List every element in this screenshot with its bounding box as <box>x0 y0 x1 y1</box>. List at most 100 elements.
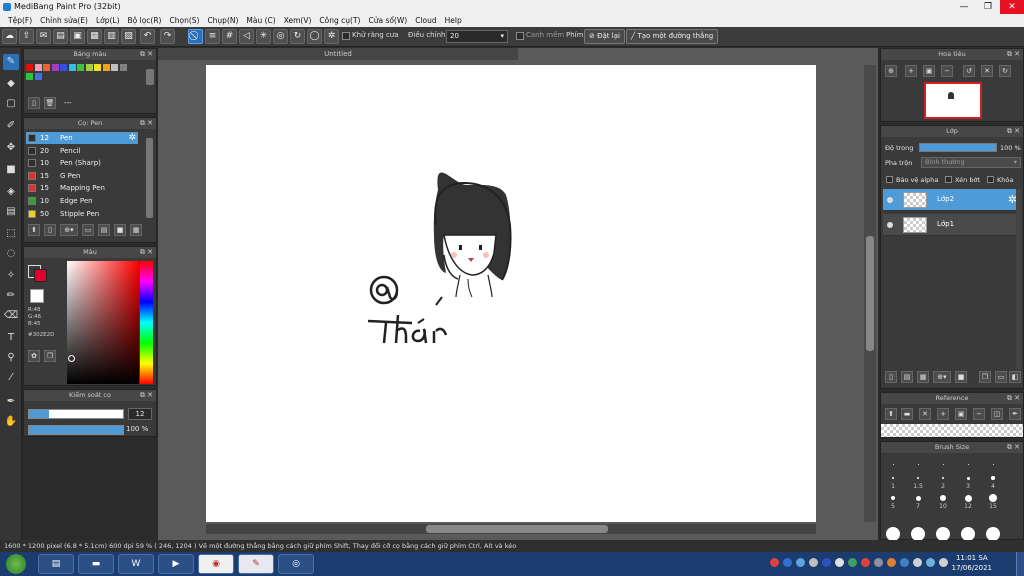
menu-layer[interactable]: Lớp(L) <box>92 14 124 27</box>
tray-icon[interactable] <box>835 558 844 567</box>
reference-cloud-icon[interactable]: ⬆ <box>885 408 897 420</box>
window-icon[interactable]: ▦ <box>87 29 102 44</box>
palette-swatch[interactable] <box>77 64 84 71</box>
reference-eyedropper-icon[interactable]: ✒ <box>1009 408 1021 420</box>
add-brush-icon[interactable]: ⬆ <box>28 224 40 236</box>
palette-scrollbar[interactable] <box>146 69 154 85</box>
panel-controls-icon[interactable]: ⧉ ✕ <box>1007 442 1020 453</box>
tray-icon[interactable] <box>848 558 857 567</box>
minimize-button[interactable]: — <box>952 0 976 14</box>
export-icon[interactable]: ▣ <box>70 29 85 44</box>
grid-snap-icon[interactable]: # <box>222 29 237 44</box>
brush-item[interactable]: 15 G Pen <box>26 170 138 182</box>
menu-view[interactable]: Xem(V) <box>280 14 316 27</box>
actual-size-icon[interactable]: ▣ <box>923 65 935 77</box>
duplicate-layer-icon[interactable]: ❐ <box>979 371 991 383</box>
rotate-left-icon[interactable]: ↺ <box>963 65 975 77</box>
brush-item[interactable]: 10 Edge Pen <box>26 195 138 207</box>
brush-size-slider[interactable] <box>28 409 124 419</box>
tray-icon[interactable] <box>770 558 779 567</box>
palette-swatch[interactable] <box>94 64 101 71</box>
delete-layer-icon[interactable]: ▭ <box>995 371 1007 383</box>
tray-icon[interactable] <box>900 558 909 567</box>
palette-swatch[interactable] <box>68 64 76 71</box>
operation-tool-icon[interactable]: ⚲ <box>3 350 19 366</box>
palette-swatch[interactable] <box>34 64 42 71</box>
snap-checkbox[interactable] <box>516 32 524 40</box>
brush-size-preset[interactable] <box>892 464 894 465</box>
new-halftone-layer-icon[interactable]: ▤ <box>901 371 913 383</box>
ellipse-snap-icon[interactable]: ◯ <box>307 29 322 44</box>
tray-icon[interactable] <box>809 558 818 567</box>
folder-icon[interactable]: ▤ <box>53 29 68 44</box>
comment-icon[interactable]: ✉ <box>36 29 51 44</box>
menu-help[interactable]: Help <box>441 14 466 27</box>
menu-edit[interactable]: Chỉnh sửa(E) <box>36 14 92 27</box>
perspective-snap-icon[interactable]: ◁ <box>239 29 254 44</box>
reference-preview[interactable] <box>881 424 1023 437</box>
fill-tool-icon[interactable]: ◈ <box>3 184 19 200</box>
save-icon[interactable]: ⇪ <box>19 29 34 44</box>
layout-icon[interactable]: ▧ <box>121 29 136 44</box>
dot-tool-icon[interactable]: ▢ <box>3 96 19 112</box>
text-tool-icon[interactable]: T <box>3 330 19 346</box>
brush-size-preset[interactable] <box>966 476 970 480</box>
palette-swatch[interactable] <box>34 73 42 80</box>
taskbar-app-word[interactable]: W <box>118 554 154 574</box>
rotate-right-icon[interactable]: ↻ <box>999 65 1011 77</box>
circle-snap-icon[interactable]: ◎ <box>273 29 288 44</box>
brush-size-preset[interactable] <box>942 464 944 465</box>
navigator-preview[interactable] <box>924 82 982 119</box>
brush-scrollbar[interactable] <box>146 138 153 218</box>
taskbar-app-chrome[interactable]: ◉ <box>198 554 234 574</box>
brush-settings-icon[interactable]: ▭ <box>82 224 94 236</box>
taskbar-app-other[interactable]: ◎ <box>278 554 314 574</box>
menu-window[interactable]: Cửa sổ(W) <box>364 14 411 27</box>
menu-snap[interactable]: Chụp(N) <box>203 14 242 27</box>
maximize-button[interactable]: ❐ <box>976 0 1000 14</box>
hue-slider[interactable] <box>140 261 153 384</box>
select-tool-icon[interactable]: ⬚ <box>3 226 19 242</box>
brush-size-preset[interactable] <box>911 527 925 541</box>
delete-brush-icon[interactable]: ▦ <box>130 224 142 236</box>
taskbar-app-explorer[interactable]: ▤ <box>38 554 74 574</box>
panel-controls-icon[interactable]: ⧉ ✕ <box>1007 126 1020 137</box>
panel-controls-icon[interactable]: ⧉ ✕ <box>1007 393 1020 404</box>
brush-size-preset[interactable] <box>915 495 921 501</box>
layer-scrollbar[interactable] <box>1016 189 1021 369</box>
lock-checkbox[interactable] <box>987 176 994 183</box>
palette-swatch[interactable] <box>26 64 33 71</box>
layer-folder-icon[interactable]: ■ <box>955 371 967 383</box>
zoom-in-icon[interactable]: + <box>905 65 917 77</box>
magic-wand-icon[interactable]: ✧ <box>3 268 19 284</box>
lasso-tool-icon[interactable]: ◌ <box>3 246 19 262</box>
delete-palette-icon[interactable]: 🗑 <box>44 97 56 109</box>
gradient-tool-icon[interactable]: ▤ <box>3 204 19 220</box>
brush-item[interactable]: 10 Pen (Sharp) <box>26 157 138 169</box>
select-pen-icon[interactable]: ✏ <box>3 288 19 304</box>
clip-checkbox[interactable] <box>945 176 952 183</box>
taskbar-app-folder[interactable]: ▬ <box>78 554 114 574</box>
new-8bit-layer-icon[interactable]: ▦ <box>917 371 929 383</box>
panel-controls-icon[interactable]: ⧉ ✕ <box>140 118 153 129</box>
reference-open-icon[interactable]: ▬ <box>901 408 913 420</box>
no-snap-icon[interactable]: ⃠ <box>188 29 203 44</box>
volume-icon[interactable] <box>939 558 948 567</box>
menu-select[interactable]: Chọn(S) <box>165 14 203 27</box>
blend-mode-select[interactable]: Bình thường ▾ <box>921 157 1021 168</box>
layer-opacity-slider[interactable] <box>919 143 997 152</box>
color-history-icon[interactable]: ❐ <box>44 350 56 362</box>
brush-size-preset[interactable] <box>941 476 945 480</box>
brush-size-preset[interactable] <box>936 527 950 541</box>
brush-size-value[interactable]: 12 <box>128 408 152 420</box>
visibility-icon[interactable] <box>887 197 893 203</box>
menu-cloud[interactable]: Cloud <box>411 14 440 27</box>
brush-size-preset[interactable] <box>989 494 997 502</box>
reset-button[interactable]: ⊘ Đặt lại <box>584 29 625 44</box>
brush-size-preset[interactable] <box>917 464 919 465</box>
new-palette-icon[interactable]: ▯ <box>28 97 40 109</box>
drawing-canvas[interactable] <box>206 65 816 522</box>
brush-size-preset[interactable] <box>967 464 969 465</box>
taskbar-app-medibang[interactable]: ✎ <box>238 554 274 574</box>
brush-item[interactable]: 50 Stipple Pen <box>26 208 138 220</box>
